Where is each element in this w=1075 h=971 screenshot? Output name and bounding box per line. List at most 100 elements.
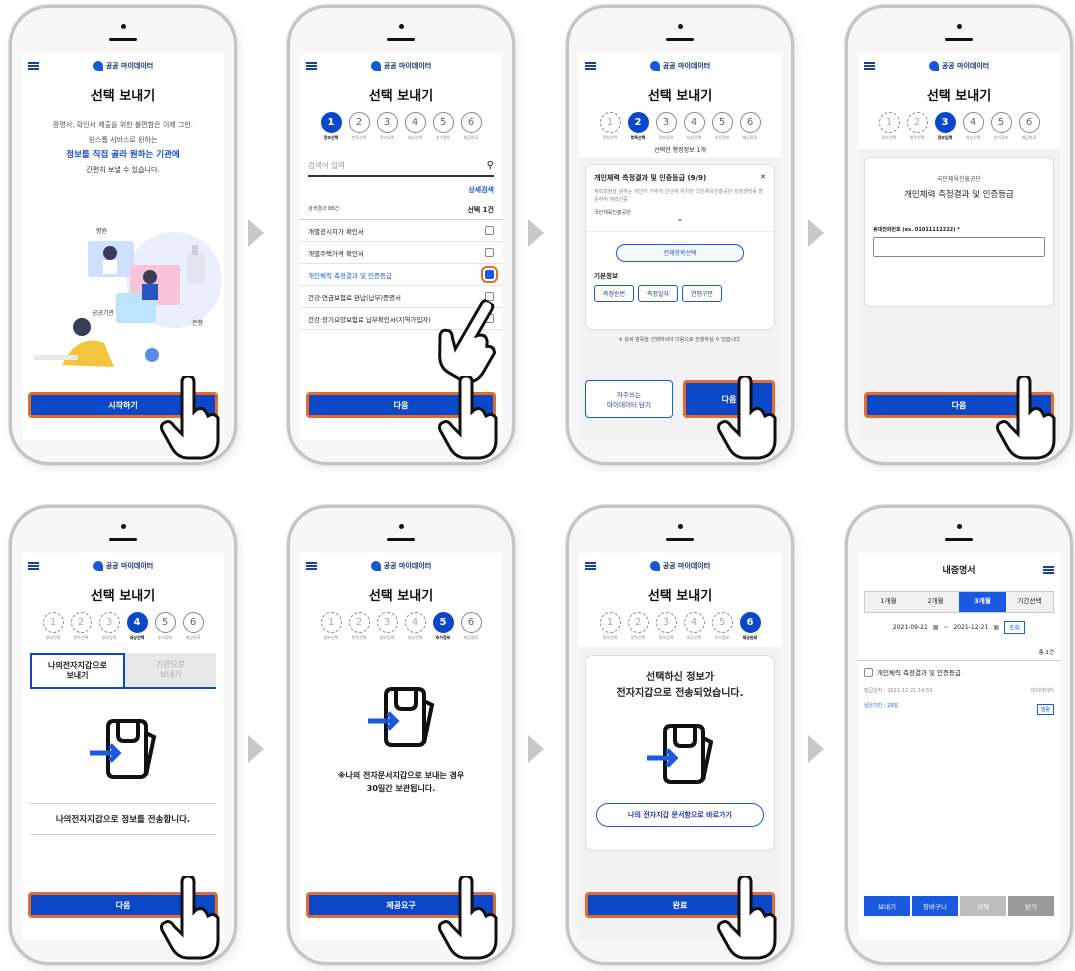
speaker bbox=[387, 538, 415, 541]
select-all-button[interactable]: 전체항목선택 bbox=[616, 243, 744, 262]
app-header: 공공 마이데이터 bbox=[579, 553, 781, 579]
step-label: 추가정보 bbox=[714, 135, 730, 140]
step-label: 정보입력 bbox=[937, 135, 953, 140]
advanced-search-link[interactable]: 상세검색 bbox=[300, 177, 502, 195]
cart-button[interactable]: 장바구니 bbox=[912, 896, 958, 916]
phone-step-5: 공공 마이데이터 선택 보내기 1 정보선택 2 항목선택 3 정보입력 4 대상선택 … bbox=[9, 505, 237, 965]
calendar-icon[interactable]: ▦ bbox=[993, 624, 999, 631]
calendar-icon[interactable]: ▦ bbox=[933, 624, 939, 631]
search-input[interactable]: 검색어 입력 bbox=[308, 160, 345, 171]
step-number: 4 bbox=[962, 112, 984, 133]
view-badge[interactable]: 열람 bbox=[1036, 704, 1054, 715]
result-count: 검색결과 88건 bbox=[308, 206, 339, 212]
top-area: 선택 보내기 1 정보선택 2 항목선택 3 정보입력 4 대상선택 5 추가정보 6 제공… bbox=[579, 79, 781, 158]
step-2: 2 항목선택 bbox=[625, 612, 651, 641]
step-label: 정보선택 bbox=[323, 635, 339, 640]
wallet-link-button[interactable]: 나의 전자지갑 문서함으로 바로가기 bbox=[596, 803, 764, 827]
step-number: 6 bbox=[739, 112, 761, 133]
selected-summary: 선택한 행정정보 1개 bbox=[654, 147, 706, 154]
document-item[interactable]: 개인체력 측정결과 및 인증등급 발급일자 : 2021-12-21 14:53… bbox=[858, 661, 1060, 721]
list-item[interactable]: 건강·연금보험료 완납(납부)증명서 bbox=[300, 286, 502, 308]
arrow-right-icon bbox=[808, 735, 824, 763]
step-number: 1 bbox=[320, 612, 342, 633]
search-icon[interactable]: ⚲ bbox=[487, 160, 494, 171]
list-item[interactable]: 개별공시지가 확인서 bbox=[300, 220, 502, 242]
step-number: 4 bbox=[126, 612, 148, 633]
arrow-right-icon bbox=[528, 219, 544, 247]
list-item[interactable]: 개별주택가격 확인서 bbox=[300, 242, 502, 264]
menu-icon[interactable] bbox=[1043, 566, 1054, 574]
next-button[interactable]: 다음 bbox=[306, 392, 496, 418]
date-range: 2021-09-21 ▦ ~2021-12-21 ▦ 조회 bbox=[858, 621, 1060, 634]
camera bbox=[677, 24, 683, 29]
step-5: 5 추가정보 bbox=[709, 112, 735, 141]
page-title: 내증명서 bbox=[942, 565, 976, 576]
menu-icon[interactable] bbox=[306, 562, 317, 570]
period-tab-active[interactable]: 3개월 bbox=[959, 592, 1006, 612]
next-button[interactable]: 다음 bbox=[683, 380, 775, 418]
list-item[interactable]: 개인체력 측정결과 및 인증등급 bbox=[300, 264, 502, 286]
logo: 공공 마이데이터 bbox=[649, 61, 710, 71]
top-area: 선택 보내기 1 정보선택 2 항목선택 3 정보입력 4 대상선택 5 추가정보 6 제공… bbox=[579, 579, 781, 647]
send-button[interactable]: 보내기 bbox=[864, 896, 910, 916]
checkbox[interactable] bbox=[864, 667, 873, 677]
checkbox[interactable] bbox=[485, 314, 494, 323]
menu-icon[interactable] bbox=[28, 562, 39, 570]
period-tab[interactable]: 2개월 bbox=[912, 592, 959, 612]
done-button[interactable]: 완료 bbox=[585, 892, 775, 918]
date-to[interactable]: 2021-12-21 bbox=[953, 624, 988, 631]
agency-name: 국민체육진흥공단 bbox=[936, 176, 982, 183]
intro-line1: 증명서, 확인서 제출을 위한 불편함은 이제 그만. bbox=[52, 121, 194, 129]
tab-my-wallet[interactable]: 나의전자지갑으로 보내기 bbox=[30, 653, 125, 687]
tag-list: 측정순번 측정일자 연령구분 bbox=[594, 284, 766, 302]
step-4: 4 대상선택 bbox=[681, 112, 707, 141]
next-button[interactable]: 다음 bbox=[28, 892, 218, 918]
menu-icon[interactable] bbox=[28, 62, 39, 70]
start-button[interactable]: 시작하기 bbox=[28, 392, 218, 418]
step-2: 2 항목선택 bbox=[625, 112, 651, 141]
screen: 공공 마이데이터 선택 보내기 1 정보선택 2 항목선택 3 정보입력 4 대상선택 … bbox=[300, 553, 502, 940]
search-button[interactable]: 조회 bbox=[1004, 621, 1026, 634]
request-button[interactable]: 제공요구 bbox=[306, 892, 496, 918]
menu-icon[interactable] bbox=[864, 62, 875, 70]
close-button[interactable]: 닫기 bbox=[1008, 896, 1054, 916]
checkbox[interactable] bbox=[485, 248, 494, 257]
step-label: 정보선택 bbox=[881, 135, 897, 140]
tab-institution[interactable]: 기관으로 보내기 bbox=[125, 653, 216, 687]
phone-label: 휴대전화번호 (ex. 01011112222) * bbox=[873, 227, 960, 233]
checkbox-checked[interactable] bbox=[481, 266, 498, 283]
step-number: 5 bbox=[154, 612, 176, 633]
intro-line3: 정보를 직접 골라 원하는 기관에 bbox=[66, 150, 180, 160]
document-meta: 발급일자 : 2021-12-21 14:53 마이데이터 bbox=[864, 687, 1054, 694]
checkbox[interactable] bbox=[485, 292, 494, 301]
list-item[interactable]: 건강·장기요양보험료 납부확인서(지역가입자) bbox=[300, 308, 502, 330]
favorite-button[interactable]: 자주쓰는 마이데이터 담기 bbox=[585, 380, 673, 418]
menu-icon[interactable] bbox=[306, 62, 317, 70]
storage-notice-line2: 30일간 보관됩니다. bbox=[366, 784, 436, 793]
delete-button[interactable]: 삭제 bbox=[960, 896, 1006, 916]
close-icon[interactable]: ✕ bbox=[760, 173, 766, 183]
tag-item[interactable]: 연령구분 bbox=[682, 284, 722, 302]
checkbox[interactable] bbox=[485, 226, 494, 235]
step-number: 3 bbox=[376, 612, 398, 633]
menu-icon[interactable] bbox=[585, 62, 596, 70]
brand-text: 공공 마이데이터 bbox=[941, 62, 990, 70]
phone-input[interactable] bbox=[873, 237, 1045, 257]
step-number: 6 bbox=[739, 612, 761, 633]
speaker bbox=[666, 538, 694, 541]
step-label: 정보선택 bbox=[323, 135, 339, 140]
step-number: 5 bbox=[711, 612, 733, 633]
ill-label-hospital: 병원 bbox=[96, 227, 107, 235]
camera bbox=[956, 524, 962, 529]
next-button[interactable]: 다음 bbox=[864, 392, 1054, 418]
step-label: 항목선택 bbox=[73, 635, 89, 640]
period-tab[interactable]: 1개월 bbox=[865, 592, 912, 612]
tag-item[interactable]: 측정순번 bbox=[594, 284, 634, 302]
menu-icon[interactable] bbox=[585, 562, 596, 570]
tag-item[interactable]: 측정일자 bbox=[638, 284, 678, 302]
step-4: 4 대상선택 bbox=[124, 612, 150, 641]
date-from[interactable]: 2021-09-21 bbox=[893, 624, 928, 631]
chevron-up-icon[interactable]: ⌃ bbox=[594, 218, 766, 227]
period-tab[interactable]: 기간선택 bbox=[1006, 592, 1053, 612]
logo-icon bbox=[649, 561, 660, 571]
